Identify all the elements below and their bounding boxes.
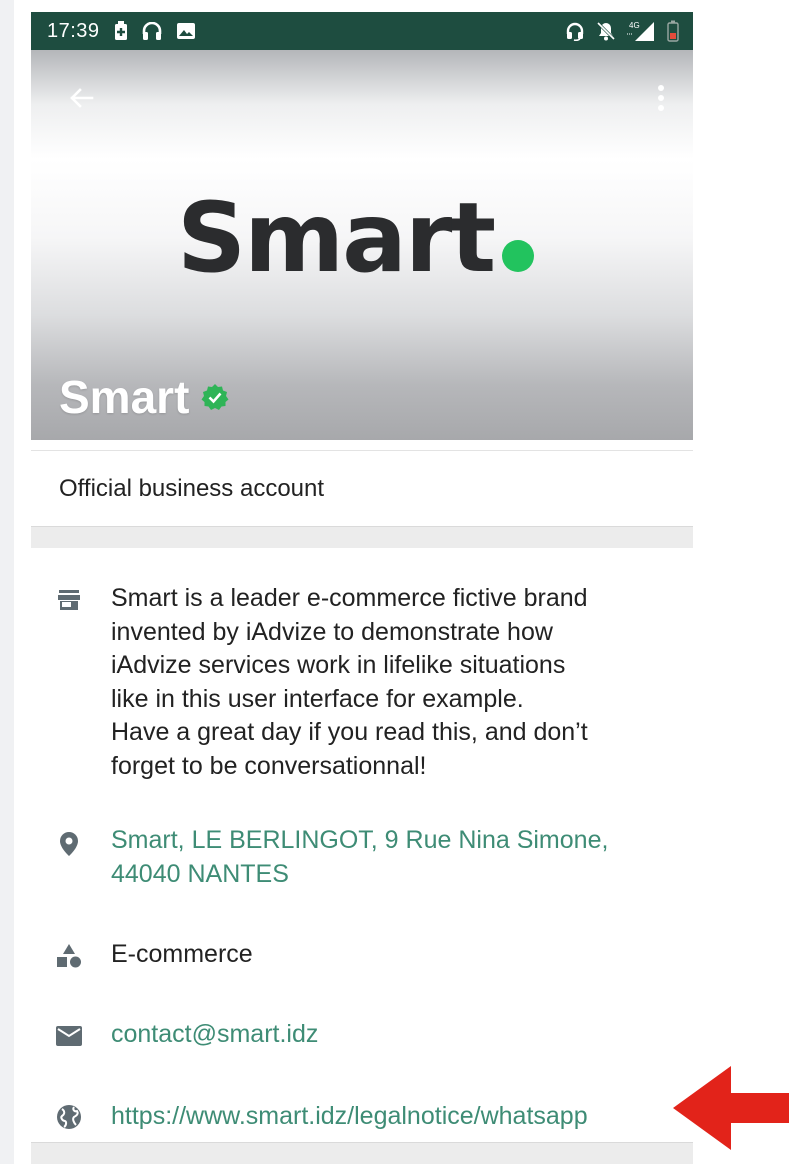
battery-icon [667, 20, 679, 42]
headphones-icon [142, 22, 162, 40]
logo-dot [502, 240, 535, 272]
status-time: 17:39 [47, 19, 100, 42]
official-business-account-row: Official business account [31, 450, 693, 527]
status-right-icons: 4G [555, 12, 679, 50]
bottom-divider [31, 1142, 693, 1164]
store-icon [55, 586, 83, 614]
business-description: Smart is a leader e-commerce fictive bra… [111, 584, 588, 780]
business-info-section: Smart is a leader e-commerce fictive bra… [31, 548, 693, 1142]
business-name-text: Smart [59, 371, 190, 423]
logo-text: Smart [177, 182, 496, 294]
background-strip [0, 0, 14, 1164]
globe-icon [55, 1103, 83, 1131]
business-website-link[interactable]: https://www.smart.idz/legalnotice/whatsa… [111, 1100, 681, 1134]
section-divider [31, 526, 693, 549]
4g-signal-icon: 4G [627, 20, 657, 42]
more-vert-icon [658, 85, 664, 111]
phone-screen: 17:39 4G Smart Smart Official business a… [31, 12, 693, 1164]
back-button[interactable] [63, 80, 99, 116]
verified-badge-icon [201, 383, 229, 411]
mute-notifications-icon [595, 20, 617, 42]
more-options-button[interactable] [649, 80, 673, 116]
location-pin-icon [55, 830, 83, 858]
business-address-link[interactable]: Smart, LE BERLINGOT, 9 Rue Nina Simone, … [111, 824, 681, 891]
status-left-icons [114, 21, 210, 41]
business-email-link[interactable]: contact@smart.idz [111, 1018, 681, 1052]
business-name: Smart [59, 370, 229, 424]
profile-header: Smart Smart [31, 50, 693, 440]
official-business-account-label: Official business account [59, 475, 325, 502]
svg-text:4G: 4G [629, 21, 640, 30]
status-bar: 17:39 4G [31, 12, 693, 50]
category-icon [55, 942, 83, 970]
battery-saver-icon [114, 21, 128, 41]
red-arrow-icon [673, 1066, 789, 1150]
brand-logo: Smart [177, 182, 535, 294]
arrow-back-icon [70, 88, 94, 108]
email-icon [55, 1022, 83, 1050]
image-icon [176, 22, 196, 40]
headset-icon [565, 21, 585, 41]
business-category: E-commerce [111, 940, 253, 968]
